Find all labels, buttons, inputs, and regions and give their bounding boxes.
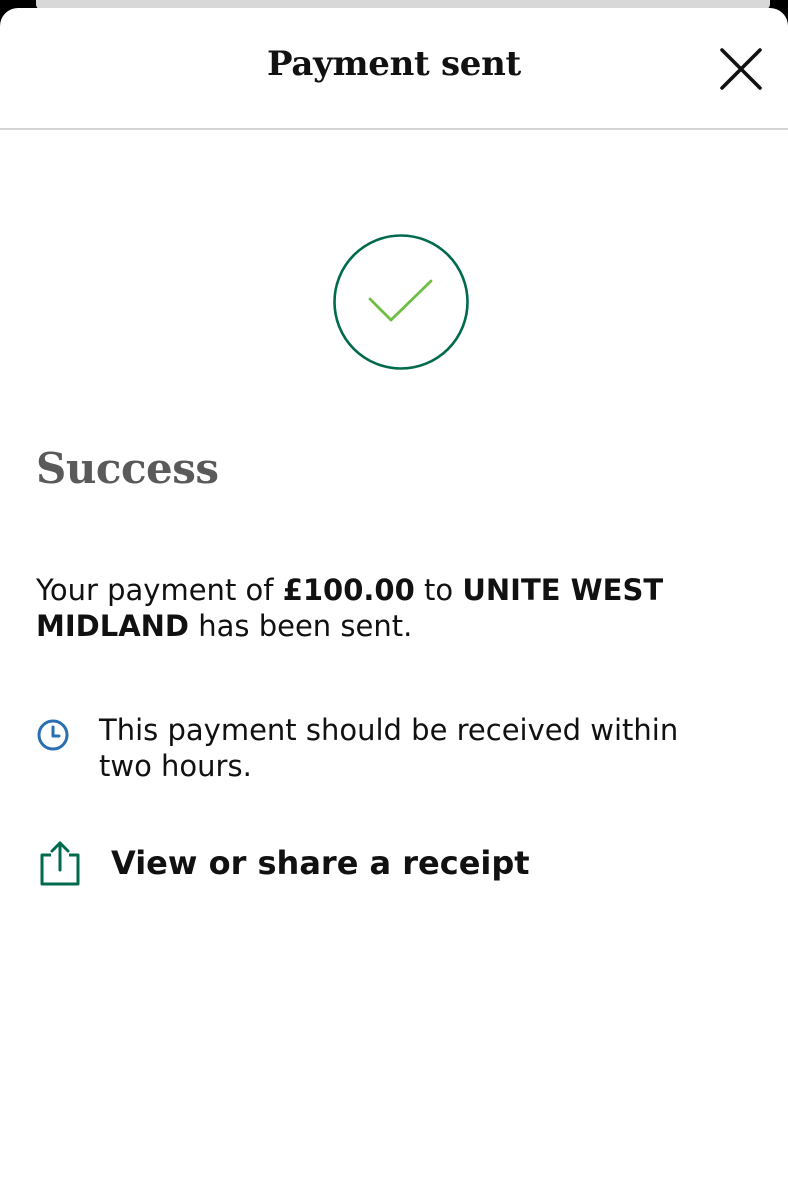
payment-amount: £100.00 [282, 573, 415, 607]
message-middle: to [414, 573, 463, 607]
payment-confirmation-message: Your payment of £100.00 to UNITE WEST MI… [36, 572, 726, 644]
message-prefix: Your payment of [36, 573, 283, 607]
page-title: Payment sent [267, 44, 521, 84]
view-share-receipt-button[interactable]: View or share a receipt [36, 836, 556, 892]
payment-sent-sheet: Payment sent Success Your payment of £10… [0, 8, 788, 1200]
checkmark-circle-icon [333, 234, 469, 370]
receipt-link-label: View or share a receipt [111, 844, 530, 882]
success-heading: Success [36, 444, 219, 493]
close-icon [720, 48, 762, 90]
delivery-info-text: This payment should be received within t… [99, 713, 679, 783]
close-button[interactable] [714, 42, 768, 96]
sheet-header: Payment sent [0, 8, 788, 130]
share-icon [40, 841, 80, 886]
message-suffix: has been sent. [189, 609, 413, 643]
clock-icon [37, 719, 69, 751]
